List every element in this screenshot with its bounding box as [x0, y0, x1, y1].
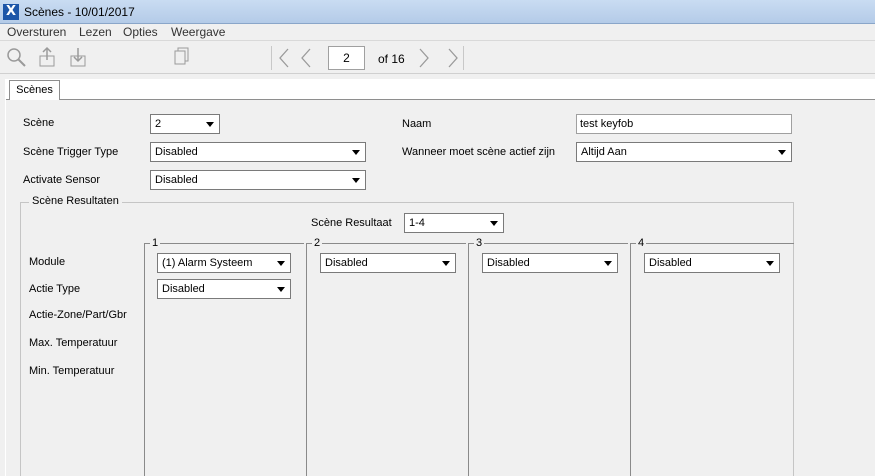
- chevron-down-icon: [348, 172, 364, 188]
- column-3-number: 3: [474, 237, 485, 249]
- toolbar: [0, 42, 875, 74]
- column-1-module-select[interactable]: (1) Alarm Systeem: [157, 253, 291, 273]
- page-count-label: of 16: [378, 52, 405, 66]
- trigger-type-label: Scène Trigger Type: [23, 146, 119, 158]
- column-1-action-type-value: Disabled: [162, 283, 205, 295]
- column-2-left-border: [306, 243, 307, 476]
- activate-sensor-select[interactable]: Disabled: [150, 170, 366, 190]
- column-4-module-value: Disabled: [649, 257, 692, 269]
- column-1-number: 1: [150, 237, 161, 249]
- menu-opties[interactable]: Opties: [123, 25, 158, 39]
- active-when-select[interactable]: Altijd Aan: [576, 142, 792, 162]
- column-2-module-select[interactable]: Disabled: [320, 253, 456, 273]
- row-label-action-type: Actie Type: [29, 283, 81, 295]
- scene-result-label: Scène Resultaat: [311, 217, 392, 229]
- active-when-value: Altijd Aan: [581, 146, 627, 158]
- activate-sensor-value: Disabled: [155, 174, 198, 186]
- toolbar-separator: [271, 46, 272, 70]
- column-4-module-select[interactable]: Disabled: [644, 253, 780, 273]
- upload-icon[interactable]: [37, 46, 57, 71]
- name-input-value: test keyfob: [580, 118, 634, 130]
- name-label: Naam: [402, 118, 432, 130]
- column-1-top-border: [144, 243, 304, 244]
- chevron-down-icon: [486, 215, 502, 231]
- scene-select-value: 2: [155, 118, 162, 130]
- page-number-input[interactable]: 2: [328, 46, 365, 70]
- chevron-down-icon: [348, 144, 364, 160]
- chevron-down-icon: [273, 255, 289, 271]
- column-3-top-border: [468, 243, 628, 244]
- scene-results-title: Scène Resultaten: [29, 195, 122, 207]
- column-4-number: 4: [636, 237, 647, 249]
- column-4-top-border: [630, 243, 794, 244]
- chevron-down-icon: [600, 255, 616, 271]
- column-2-number: 2: [312, 237, 323, 249]
- column-3-left-border: [468, 243, 469, 476]
- trigger-type-value: Disabled: [155, 146, 198, 158]
- column-1-left-border: [144, 243, 145, 476]
- column-3-module-value: Disabled: [487, 257, 530, 269]
- last-page-icon[interactable]: [445, 47, 461, 72]
- column-1-module-value: (1) Alarm Systeem: [162, 257, 253, 269]
- chevron-down-icon: [762, 255, 778, 271]
- app-icon: X: [3, 4, 19, 20]
- scene-result-value: 1-4: [409, 217, 425, 229]
- toolbar-separator: [463, 46, 464, 70]
- scene-result-select[interactable]: 1-4: [404, 213, 504, 233]
- next-page-icon[interactable]: [416, 47, 432, 72]
- scene-select[interactable]: 2: [150, 114, 220, 134]
- tab-scenes[interactable]: Scènes: [9, 80, 60, 100]
- chevron-down-icon: [202, 116, 218, 132]
- scene-label: Scène: [23, 117, 55, 129]
- menu-lezen[interactable]: Lezen: [79, 25, 112, 39]
- window-title: Scènes - 10/01/2017: [24, 5, 135, 19]
- column-4-left-border: [630, 243, 631, 476]
- download-icon[interactable]: [68, 46, 88, 71]
- chevron-down-icon: [774, 144, 790, 160]
- row-label-module: Module: [29, 256, 66, 268]
- menu-weergave[interactable]: Weergave: [171, 25, 225, 39]
- first-page-icon[interactable]: [276, 47, 292, 72]
- column-3-module-select[interactable]: Disabled: [482, 253, 618, 273]
- chevron-down-icon: [438, 255, 454, 271]
- title-bar: X Scènes - 10/01/2017: [0, 0, 875, 24]
- trigger-type-select[interactable]: Disabled: [150, 142, 366, 162]
- chevron-down-icon: [273, 281, 289, 297]
- column-2-top-border: [306, 243, 466, 244]
- name-input[interactable]: test keyfob: [576, 114, 792, 134]
- row-label-action-zone: Actie-Zone/Part/Gbr: [29, 309, 127, 321]
- column-1-action-type-select[interactable]: Disabled: [157, 279, 291, 299]
- copy-icon[interactable]: [172, 47, 190, 70]
- activate-sensor-label: Activate Sensor: [23, 174, 101, 186]
- menu-oversturen[interactable]: Oversturen: [7, 25, 66, 39]
- search-icon[interactable]: [5, 46, 27, 71]
- menu-bar: Oversturen Lezen Opties Weergave: [0, 24, 875, 41]
- active-when-label: Wanneer moet scène actief zijn: [402, 146, 556, 158]
- row-label-min-temp: Min. Temperatuur: [29, 365, 115, 377]
- row-label-max-temp: Max. Temperatuur: [29, 337, 118, 349]
- previous-page-icon[interactable]: [298, 47, 314, 72]
- column-2-module-value: Disabled: [325, 257, 368, 269]
